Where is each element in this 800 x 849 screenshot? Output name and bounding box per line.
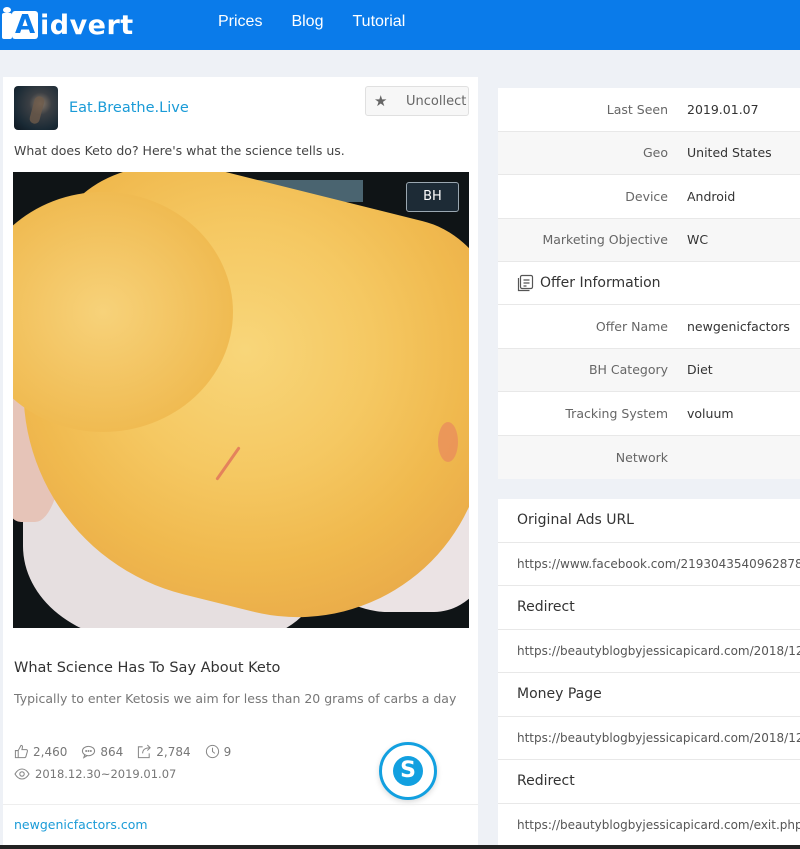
top-navigation-bar: A idvert Prices Blog Tutorial <box>0 0 800 50</box>
url-money-page[interactable]: https://beautyblogbyjessicapicard.com/20… <box>498 717 800 760</box>
url-redirect-2[interactable]: https://beautyblogbyjessicapicard.com/ex… <box>498 804 800 847</box>
detail-value: United States <box>687 145 772 161</box>
ad-media-image[interactable]: BH <box>13 172 469 628</box>
detail-label: Device <box>625 188 668 204</box>
advertiser-avatar[interactable] <box>14 86 58 130</box>
shares-stat: 2,784 <box>137 744 191 759</box>
advertiser-name[interactable]: Eat.Breathe.Live <box>69 100 189 116</box>
days-stat: 9 <box>205 744 232 759</box>
ad-description: Typically to enter Ketosis we aim for le… <box>14 691 457 706</box>
logo-text: idvert <box>40 9 134 41</box>
logo[interactable]: A idvert <box>2 7 134 42</box>
detail-row-offer-name: Offer Name newgenicfactors <box>498 305 800 349</box>
landing-domain-link[interactable]: newgenicfactors.com <box>14 817 148 832</box>
logo-mark-icon: A <box>2 7 38 41</box>
likes-stat: 2,460 <box>14 744 67 759</box>
offer-information-header: Offer Information <box>498 262 800 305</box>
uncollect-button[interactable]: ★ Uncollect <box>365 86 469 116</box>
url-section-redirect: Redirect <box>498 586 800 630</box>
date-range: 2018.12.30~2019.01.07 <box>14 767 176 781</box>
detail-label: Offer Name <box>595 318 668 334</box>
detail-value: WC <box>687 232 709 248</box>
detail-label: Last Seen <box>606 101 668 117</box>
detail-row-device: Device Android <box>498 175 800 219</box>
main-nav: Prices Blog Tutorial <box>218 13 405 31</box>
clock-icon <box>205 744 219 759</box>
detail-row-geo: Geo United States <box>498 131 800 175</box>
skype-icon: S <box>393 756 423 786</box>
nav-blog[interactable]: Blog <box>291 13 323 31</box>
detail-value: Android <box>687 188 736 204</box>
uncollect-label: Uncollect <box>406 93 467 109</box>
detail-row-marketing-objective: Marketing Objective WC <box>498 218 800 262</box>
detail-label: Geo <box>642 145 668 161</box>
ad-card: Eat.Breathe.Live ★ Uncollect What does K… <box>3 77 478 845</box>
likes-count: 2,460 <box>33 744 68 759</box>
days-count: 9 <box>223 744 232 759</box>
date-range-text: 2018.12.30~2019.01.07 <box>35 767 177 781</box>
ad-details-panel: Last Seen 2019.01.07 Geo United States D… <box>498 88 800 479</box>
detail-label: Marketing Objective <box>542 232 668 248</box>
detail-row-tracking-system: Tracking System voluum <box>498 392 800 436</box>
url-section-original-ads: Original Ads URL <box>498 499 800 543</box>
comments-count: 864 <box>100 744 124 759</box>
thumbs-up-icon <box>14 744 28 759</box>
nav-prices[interactable]: Prices <box>218 13 262 31</box>
skype-contact-button[interactable]: S <box>379 742 437 800</box>
url-section-money-page: Money Page <box>498 673 800 717</box>
comment-icon <box>82 745 96 759</box>
document-icon <box>517 274 534 292</box>
detail-row-bh-category: BH Category Diet <box>498 348 800 392</box>
url-redirect[interactable]: https://beautyblogbyjessicapicard.com/20… <box>498 630 800 673</box>
url-section-redirect-2: Redirect <box>498 760 800 804</box>
offer-information-title: Offer Information <box>540 275 661 291</box>
divider <box>3 804 478 805</box>
detail-value: 2019.01.07 <box>687 101 759 117</box>
shares-count: 2,784 <box>156 744 191 759</box>
engagement-stats: 2,460 864 2,784 9 <box>14 744 231 759</box>
url-chain-panel: Original Ads URL https://www.facebook.co… <box>498 499 800 849</box>
detail-row-network: Network <box>498 435 800 479</box>
url-original-ads[interactable]: https://www.facebook.com/219304354096287… <box>498 543 800 586</box>
star-icon: ★ <box>374 92 388 110</box>
detail-row-last-seen: Last Seen 2019.01.07 <box>498 88 800 132</box>
detail-label: Tracking System <box>565 405 668 421</box>
share-icon <box>138 744 152 759</box>
detail-value: Diet <box>687 362 713 378</box>
detail-value: voluum <box>687 405 734 421</box>
detail-label: BH Category <box>588 362 668 378</box>
ad-body-text: What does Keto do? Here's what the scien… <box>14 143 345 158</box>
eye-icon <box>14 768 30 780</box>
detail-label: Network <box>615 449 668 465</box>
bottom-edge <box>0 845 800 849</box>
detail-value: newgenicfactors <box>687 318 790 334</box>
comments-stat: 864 <box>81 744 123 759</box>
ad-headline: What Science Has To Say About Keto <box>14 660 281 676</box>
nav-tutorial[interactable]: Tutorial <box>352 13 405 31</box>
bh-badge: BH <box>406 182 459 212</box>
